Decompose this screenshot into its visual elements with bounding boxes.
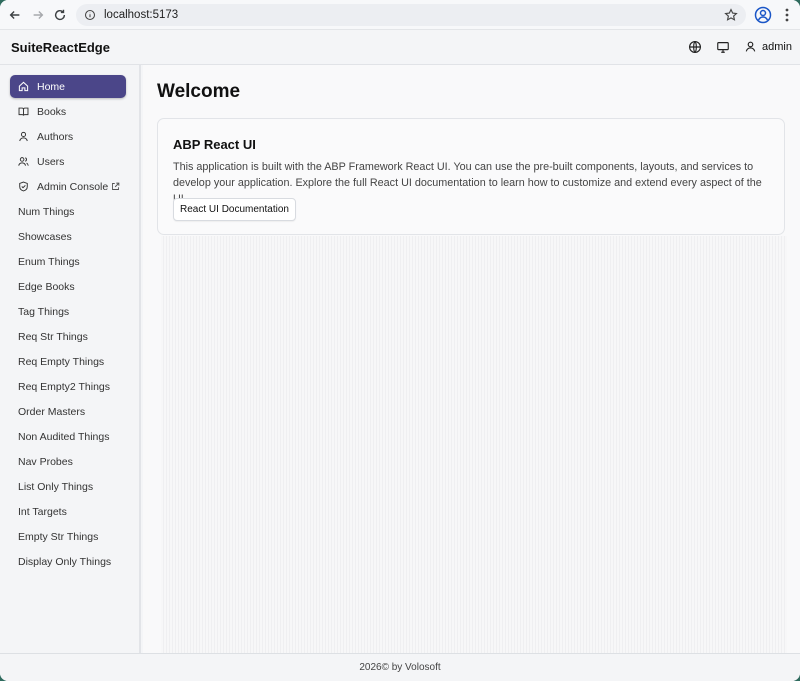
card-title: ABP React UI — [173, 137, 256, 152]
sidebar-item-label: Order Masters — [18, 405, 86, 418]
sidebar-item-order-masters[interactable]: Order Masters — [10, 400, 126, 423]
sidebar-item-empty-str-things[interactable]: Empty Str Things — [10, 525, 126, 548]
sidebar-item-enum-things[interactable]: Enum Things — [10, 250, 126, 273]
sidebar-item-label: Req Empty Things — [18, 355, 105, 368]
sidebar-item-label: Enum Things — [18, 255, 80, 268]
sidebar-item-label: Admin Console — [37, 180, 109, 193]
react-ui-documentation-button[interactable]: React UI Documentation — [173, 198, 296, 221]
sidebar-item-label: Edge Books — [18, 280, 75, 293]
sidebar-item-books[interactable]: Books — [10, 100, 126, 123]
app-header: SuiteReactEdge admin — [0, 30, 800, 65]
sidebar-item-list-only-things[interactable]: List Only Things — [10, 475, 126, 498]
user-icon — [745, 41, 756, 52]
sidebar-item-edge-books[interactable]: Edge Books — [10, 275, 126, 298]
user-name: admin — [762, 40, 792, 53]
background-pattern — [161, 236, 787, 653]
sidebar-item-label: Nav Probes — [18, 455, 73, 468]
monitor-icon[interactable] — [716, 40, 730, 54]
kebab-menu-icon — [785, 8, 789, 22]
sidebar-item-label: Non Audited Things — [18, 430, 110, 443]
main-content: Welcome ABP React UI This application is… — [143, 65, 800, 653]
sidebar-item-label: Showcases — [18, 230, 72, 243]
sidebar-item-label: Authors — [37, 130, 74, 143]
sidebar-item-req-empty2-things[interactable]: Req Empty2 Things — [10, 375, 126, 398]
sidebar-item-authors[interactable]: Authors — [10, 125, 126, 148]
arrow-right-icon — [33, 11, 44, 19]
sidebar-item-label: Empty Str Things — [18, 530, 99, 543]
browser-window: localhost:5173 SuiteReactEdge admin Home… — [0, 0, 800, 681]
sidebar: Home Books Authors Users Admin Console N… — [0, 65, 141, 653]
sidebar-item-users[interactable]: Users — [10, 150, 126, 173]
shield-icon — [19, 181, 28, 192]
sidebar-item-label: Tag Things — [18, 305, 70, 318]
brand-logo-text[interactable]: SuiteReactEdge — [11, 40, 110, 55]
arrow-left-icon — [9, 11, 20, 19]
sidebar-item-showcases[interactable]: Showcases — [10, 225, 126, 248]
info-icon[interactable] — [84, 9, 96, 21]
sidebar-item-int-targets[interactable]: Int Targets — [10, 500, 126, 523]
sidebar-item-label: Home — [37, 80, 66, 93]
browser-toolbar: localhost:5173 — [0, 0, 800, 30]
sidebar-item-label: Num Things — [18, 205, 75, 218]
home-icon — [18, 81, 29, 92]
sidebar-item-label: Req Empty2 Things — [18, 380, 111, 393]
sidebar-item-display-only-things[interactable]: Display Only Things — [10, 550, 126, 573]
sidebar-item-home[interactable]: Home — [10, 75, 126, 98]
reload-icon — [54, 9, 66, 21]
sidebar-item-label: List Only Things — [18, 480, 94, 493]
reload-button[interactable] — [47, 2, 73, 28]
sidebar-item-req-empty-things[interactable]: Req Empty Things — [10, 350, 126, 373]
page-title: Welcome — [157, 81, 241, 102]
sidebar-item-label: Books — [37, 105, 67, 118]
sidebar-item-non-audited-things[interactable]: Non Audited Things — [10, 425, 126, 448]
sidebar-item-req-str-things[interactable]: Req Str Things — [10, 325, 126, 348]
globe-icon[interactable] — [688, 40, 702, 54]
footer-text: 2026© by Volosoft — [359, 662, 441, 673]
users-icon — [18, 157, 29, 166]
sidebar-item-num-things[interactable]: Num Things — [10, 200, 126, 223]
sidebar-item-label: Req Str Things — [18, 330, 88, 343]
profile-icon[interactable] — [754, 6, 772, 24]
url-text[interactable]: localhost:5173 — [104, 9, 178, 21]
sidebar-item-tag-things[interactable]: Tag Things — [10, 300, 126, 323]
sidebar-item-admin-console[interactable]: Admin Console — [10, 175, 126, 198]
welcome-card: ABP React UI This application is built w… — [157, 118, 785, 235]
user-icon — [19, 131, 28, 142]
footer: 2026© by Volosoft — [0, 653, 800, 681]
address-bar[interactable]: localhost:5173 — [76, 4, 746, 26]
sidebar-item-label: Users — [37, 155, 65, 168]
sidebar-item-nav-probes[interactable]: Nav Probes — [10, 450, 126, 473]
sidebar-item-label: Int Targets — [18, 505, 67, 518]
external-link-icon — [112, 182, 120, 190]
book-icon — [18, 107, 29, 116]
sidebar-item-label: Display Only Things — [18, 555, 112, 568]
star-icon[interactable] — [724, 8, 738, 22]
user-menu-button[interactable]: admin — [744, 40, 792, 53]
browser-menu-button[interactable] — [780, 6, 794, 24]
